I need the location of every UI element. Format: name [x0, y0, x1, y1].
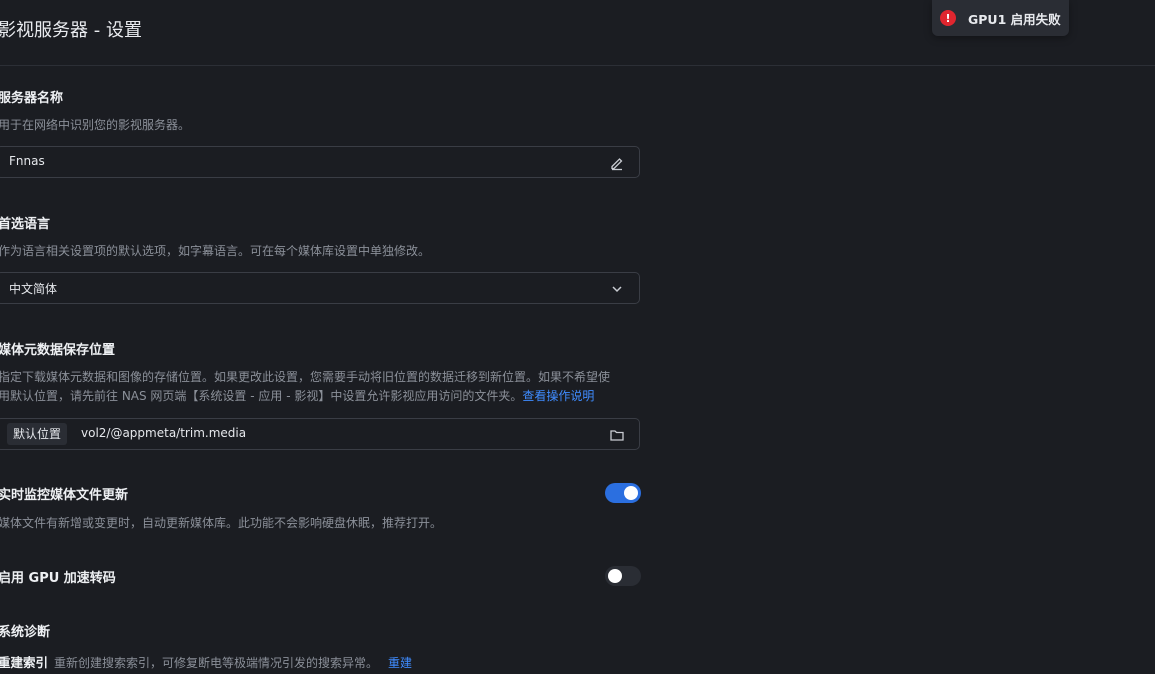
metadata-description-text: 用默认位置，请先前往 NAS 网页端【系统设置 - 应用 - 影视】中设置允许影… — [0, 389, 523, 403]
edit-icon[interactable] — [609, 155, 625, 171]
language-title: 首选语言 — [0, 217, 51, 232]
language-select[interactable]: 中文简体 — [0, 272, 640, 304]
metadata-description-line2: 用默认位置，请先前往 NAS 网页端【系统设置 - 应用 - 影视】中设置允许影… — [0, 387, 594, 406]
settings-page: 影视服务器 - 设置 ! GPU1 启用失败 服务器名称 用于在网络中识别您的影… — [0, 0, 1155, 674]
rebuild-index-row: 重建索引 重新创建搜索索引，可修复断电等极端情况引发的搜索异常。 重建 — [0, 652, 412, 671]
server-name-title: 服务器名称 — [0, 91, 64, 106]
server-name-value: Fnnas — [9, 154, 45, 168]
rebuild-index-description: 重新创建搜索索引，可修复断电等极端情况引发的搜索异常。 — [54, 656, 379, 670]
metadata-description-line1: 指定下载媒体元数据和图像的存储位置。如果更改此设置，您需要手动将旧位置的数据迁移… — [0, 370, 611, 384]
gpu-title: 启用 GPU 加速转码 — [0, 571, 116, 586]
toast-message: GPU1 启用失败 — [968, 11, 1061, 27]
toggle-knob — [608, 569, 622, 583]
default-location-tag: 默认位置 — [7, 423, 68, 445]
rebuild-link[interactable]: 重建 — [388, 656, 412, 670]
chevron-down-icon — [612, 286, 622, 293]
instructions-link[interactable]: 查看操作说明 — [522, 389, 594, 403]
server-name-description: 用于在网络中识别您的影视服务器。 — [0, 118, 191, 132]
diagnostics-title: 系统诊断 — [0, 625, 51, 640]
monitor-toggle[interactable] — [605, 483, 641, 503]
page-title: 影视服务器 - 设置 — [0, 20, 142, 41]
error-icon: ! — [940, 10, 956, 26]
language-description: 作为语言相关设置项的默认选项，如字幕语言。可在每个媒体库设置中单独修改。 — [0, 244, 431, 258]
language-value: 中文简体 — [9, 282, 58, 296]
metadata-path-field[interactable]: 默认位置 vol2/@appmeta/trim.media — [0, 418, 640, 450]
server-name-field[interactable]: Fnnas — [0, 146, 640, 178]
toggle-knob — [624, 486, 638, 500]
monitor-title: 实时监控媒体文件更新 — [0, 488, 129, 503]
folder-icon[interactable] — [609, 427, 625, 443]
monitor-description: 媒体文件有新增或变更时，自动更新媒体库。此功能不会影响硬盘休眠，推荐打开。 — [0, 516, 443, 530]
metadata-title: 媒体元数据保存位置 — [0, 343, 116, 358]
gpu-toggle[interactable] — [605, 566, 641, 586]
rebuild-index-label: 重建索引 — [0, 655, 49, 670]
metadata-path-value: vol2/@appmeta/trim.media — [81, 426, 247, 440]
error-toast[interactable]: ! GPU1 启用失败 — [932, 0, 1069, 36]
